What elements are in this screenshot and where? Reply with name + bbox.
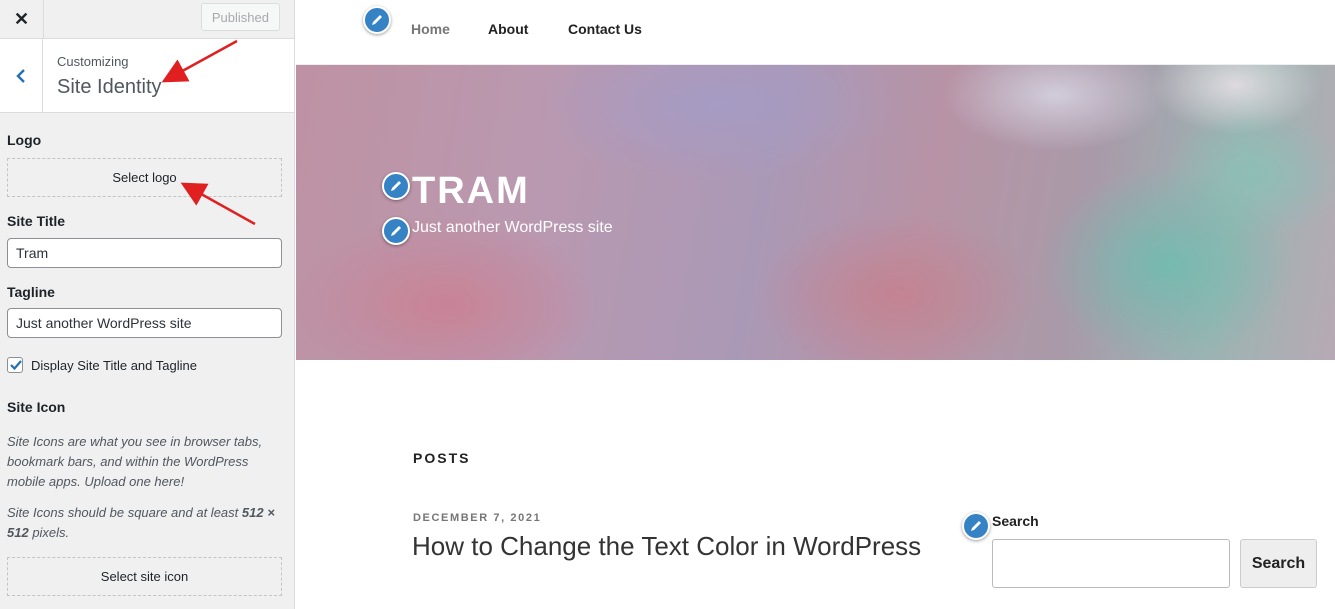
nav-item-home[interactable]: Home — [411, 21, 450, 37]
post-title[interactable]: How to Change the Text Color in WordPres… — [412, 531, 921, 562]
size-note-suffix: pixels. — [28, 525, 70, 540]
customizer-sidebar: ✕ Published Customizing Site Identity Lo… — [0, 0, 295, 609]
customizer-header: ✕ Published — [0, 0, 294, 39]
posts-heading: POSTS — [413, 450, 471, 466]
select-logo-button[interactable]: Select logo — [7, 158, 282, 197]
site-icon-label: Site Icon — [7, 399, 66, 415]
search-input[interactable] — [992, 539, 1230, 588]
logo-label: Logo — [7, 132, 42, 148]
nav-edit-shortcut[interactable] — [363, 6, 391, 34]
site-title-input[interactable] — [7, 238, 282, 268]
tagline-edit-shortcut[interactable] — [382, 217, 410, 245]
site-navigation: Home About Contact Us — [296, 0, 1335, 65]
pencil-icon — [971, 521, 981, 531]
nav-item-contact[interactable]: Contact Us — [568, 21, 642, 37]
select-site-icon-button[interactable]: Select site icon — [7, 557, 282, 596]
display-title-tagline-row: Display Site Title and Tagline — [7, 357, 197, 373]
site-icon-description: Site Icons are what you see in browser t… — [7, 434, 263, 489]
back-button[interactable] — [0, 39, 43, 112]
site-title[interactable]: TRAM — [412, 170, 530, 213]
pencil-icon — [391, 181, 401, 191]
display-title-tagline-label: Display Site Title and Tagline — [31, 357, 197, 373]
site-icon-size-note: Site Icons should be square and at least… — [7, 503, 287, 543]
pencil-icon — [372, 15, 382, 25]
section-title: Site Identity — [57, 76, 162, 98]
widget-edit-shortcut[interactable] — [962, 512, 990, 540]
tagline-input[interactable] — [7, 308, 282, 338]
header-image: TRAM Just another WordPress site — [296, 65, 1335, 360]
site-title-label: Site Title — [7, 213, 66, 229]
site-title-edit-shortcut[interactable] — [382, 172, 410, 200]
post-date[interactable]: DECEMBER 7, 2021 — [413, 512, 541, 524]
breadcrumb: Customizing — [57, 54, 129, 69]
close-icon[interactable]: ✕ — [0, 0, 44, 38]
search-widget-label: Search — [992, 513, 1039, 529]
site-tagline: Just another WordPress site — [412, 219, 613, 236]
search-button[interactable]: Search — [1240, 539, 1317, 588]
size-note-prefix: Site Icons should be square and at least — [7, 505, 242, 520]
checkmark-icon — [10, 360, 22, 371]
nav-item-about[interactable]: About — [488, 21, 528, 37]
site-preview: Home About Contact Us TRAM Just another … — [296, 0, 1335, 609]
pencil-icon — [391, 226, 401, 236]
display-title-tagline-checkbox[interactable] — [7, 357, 23, 373]
section-header: Customizing Site Identity — [0, 39, 294, 113]
tagline-label: Tagline — [7, 284, 55, 300]
chevron-left-icon — [16, 68, 25, 83]
publish-button[interactable]: Published — [200, 3, 280, 31]
